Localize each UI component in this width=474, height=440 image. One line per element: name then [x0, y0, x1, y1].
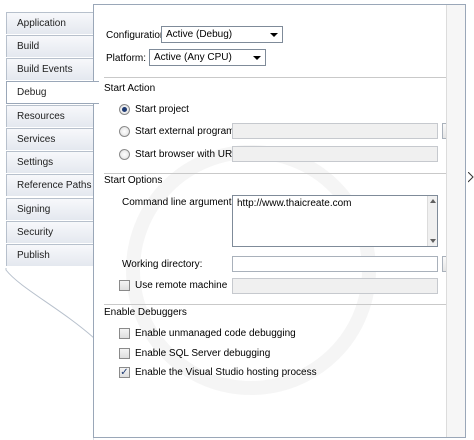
check-icon: ✓ — [120, 367, 129, 378]
tab-label: Application — [17, 18, 66, 29]
textarea-scrollbar[interactable] — [427, 196, 437, 246]
tab-strip: Application Build Build Events Debug Res… — [0, 0, 102, 440]
start-external-radio[interactable] — [119, 126, 130, 137]
command-line-label: Command line arguments: — [122, 197, 240, 208]
divider — [104, 304, 446, 305]
tab-strip-bottom-curve — [5, 268, 94, 440]
tab-label: Resources — [17, 111, 65, 122]
tab-publish[interactable]: Publish — [6, 244, 94, 266]
tab-services[interactable]: Services — [6, 128, 94, 150]
configuration-label: Configuration: — [106, 30, 169, 41]
unmanaged-debugging-label: Enable unmanaged code debugging — [135, 328, 296, 339]
remote-machine-field[interactable] — [232, 278, 438, 294]
start-project-radio[interactable] — [119, 104, 130, 115]
platform-dropdown[interactable]: Active (Any CPU) — [149, 49, 266, 66]
start-options-heading: Start Options — [104, 175, 163, 186]
sql-debugging-label: Enable SQL Server debugging — [135, 348, 271, 359]
tab-signing[interactable]: Signing — [6, 198, 94, 220]
tab-security[interactable]: Security — [6, 221, 94, 243]
tab-label: Signing — [17, 204, 51, 215]
divider — [104, 77, 446, 78]
tab-label: Debug — [17, 87, 47, 98]
tab-label: Settings — [17, 157, 54, 168]
tab-resources[interactable]: Resources — [6, 105, 94, 127]
scroll-down-icon[interactable] — [430, 239, 436, 243]
external-program-field[interactable] — [232, 123, 438, 139]
configuration-dropdown[interactable]: Active (Debug) — [161, 26, 283, 43]
use-remote-machine-label: Use remote machine — [135, 280, 228, 291]
platform-value: Active (Any CPU) — [154, 52, 232, 63]
tab-label: Services — [17, 134, 56, 145]
debug-settings-panel: Configuration: Active (Debug) Platform: … — [93, 4, 466, 438]
working-directory-label: Working directory: — [122, 259, 203, 270]
tab-label: Build Events — [17, 64, 73, 75]
configuration-value: Active (Debug) — [166, 29, 233, 40]
browser-url-field[interactable] — [232, 146, 438, 162]
tab-label: Reference Paths — [17, 180, 92, 191]
chevron-down-icon — [253, 56, 261, 60]
unmanaged-debugging-checkbox[interactable] — [119, 328, 130, 339]
panel-content: Configuration: Active (Debug) Platform: … — [94, 5, 446, 405]
sql-debugging-checkbox[interactable] — [119, 348, 130, 359]
chevron-down-icon — [270, 33, 278, 37]
scroll-up-icon[interactable] — [430, 199, 436, 203]
command-line-value: http://www.thaicreate.com — [237, 198, 352, 209]
tab-build[interactable]: Build — [6, 35, 94, 57]
tab-debug[interactable]: Debug — [6, 81, 99, 104]
tab-application[interactable]: Application — [6, 12, 94, 34]
hosting-process-checkbox[interactable]: ✓ — [119, 367, 130, 378]
start-external-label: Start external program: — [135, 126, 238, 137]
start-action-heading: Start Action — [104, 83, 156, 94]
divider — [104, 173, 446, 174]
working-directory-input[interactable] — [232, 256, 438, 272]
tab-reference-paths[interactable]: Reference Paths — [6, 174, 94, 196]
use-remote-machine-checkbox[interactable] — [119, 280, 130, 291]
tab-label: Publish — [17, 250, 50, 261]
enable-debuggers-heading: Enable Debuggers — [104, 307, 187, 318]
vertical-scrollbar[interactable] — [446, 5, 465, 437]
tab-label: Build — [17, 41, 40, 52]
tab-build-events[interactable]: Build Events — [6, 58, 94, 80]
start-project-label: Start project — [135, 104, 189, 115]
start-browser-radio[interactable] — [119, 149, 130, 160]
tab-label: Security — [17, 227, 54, 238]
hosting-process-label: Enable the Visual Studio hosting process — [135, 367, 317, 378]
resize-cursor-icon — [468, 172, 474, 183]
start-browser-label: Start browser with URL: — [135, 149, 241, 160]
command-line-arguments-input[interactable]: http://www.thaicreate.com — [232, 195, 438, 247]
platform-label: Platform: — [106, 53, 147, 64]
tab-settings[interactable]: Settings — [6, 151, 94, 173]
